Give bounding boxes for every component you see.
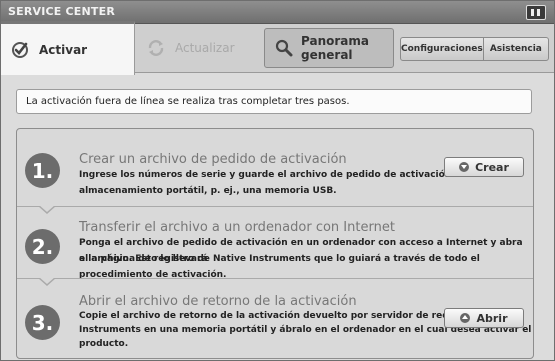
- step-2: 2. Transferir el archivo a un ordenador …: [17, 205, 533, 280]
- checkmark-icon: [11, 41, 29, 59]
- tab-panorama-general-label: Panorama general: [301, 34, 369, 62]
- tab-activar-label: Activar: [39, 42, 88, 57]
- tab-bar: Activar Actualizar Panorama general Conf…: [1, 21, 554, 75]
- step-2-title: Transferir el archivo a un ordenador con…: [79, 220, 395, 235]
- configuraciones-button[interactable]: Configuraciones: [401, 38, 484, 60]
- step-3-title: Abrir el archivo de retorno de la activa…: [79, 294, 357, 309]
- native-instruments-logo-icon: [526, 5, 546, 20]
- step-3: 3. Abrir el archivo de retorno de la act…: [17, 277, 533, 358]
- step-1-number: 1.: [25, 153, 60, 188]
- abrir-button[interactable]: Abrir: [444, 308, 524, 328]
- step-2-number: 2.: [25, 229, 60, 264]
- step-divider-notch-fill: [39, 205, 55, 212]
- tab-actualizar[interactable]: Actualizar: [135, 24, 263, 72]
- step-1-description-line-1: Ingrese los números de serie y guarde el…: [79, 170, 483, 180]
- refresh-icon: [147, 39, 165, 57]
- step-divider: [17, 278, 533, 279]
- tab-activar[interactable]: Activar: [1, 21, 135, 75]
- abrir-button-label: Abrir: [476, 311, 508, 325]
- steps-panel: 1. Crear un archivo de pedido de activac…: [16, 128, 534, 359]
- step-1-title: Crear un archivo de pedido de activación: [79, 152, 347, 167]
- arrow-down-icon: [459, 162, 470, 172]
- crear-button-label: Crear: [475, 160, 509, 174]
- info-message: La activación fuera de línea se realiza …: [16, 89, 532, 114]
- tab-actualizar-label: Actualizar: [175, 41, 235, 55]
- step-3-description-line-3: producto.: [79, 339, 129, 349]
- settings-support-segmented-control: Configuraciones Asistencia: [400, 37, 549, 61]
- asistencia-button[interactable]: Asistencia: [484, 38, 548, 60]
- tab-panorama-general[interactable]: Panorama general: [264, 28, 394, 68]
- service-center-window: SERVICE CENTER Activar Actualizar Panora…: [0, 0, 555, 361]
- step-divider: [17, 206, 533, 207]
- step-3-number: 3.: [25, 305, 60, 340]
- search-icon: [275, 39, 293, 57]
- step-1: 1. Crear un archivo de pedido de activac…: [17, 129, 533, 206]
- crear-button[interactable]: Crear: [444, 157, 524, 177]
- window-title: SERVICE CENTER: [8, 5, 116, 18]
- step-1-description-line-2: almacenamiento portátil, p. ej., una mem…: [79, 186, 337, 196]
- step-divider-notch-fill: [39, 277, 55, 284]
- arrow-up-icon: [460, 313, 471, 323]
